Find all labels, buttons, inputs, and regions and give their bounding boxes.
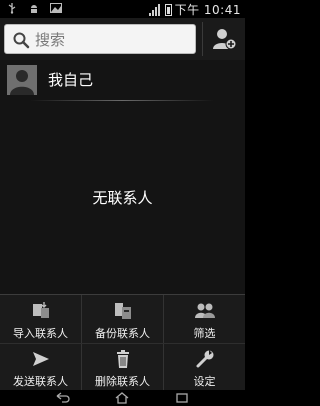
menu-send-contacts[interactable]: 发送联系人	[0, 343, 81, 391]
navigation-bar	[0, 390, 245, 406]
menu-import-contacts[interactable]: 导入联系人	[0, 295, 81, 343]
menu-label: 设定	[193, 375, 216, 388]
home-icon[interactable]	[114, 392, 130, 404]
trash-icon	[116, 350, 129, 368]
avatar	[7, 65, 37, 95]
search-input[interactable]	[35, 29, 185, 51]
my-profile-row[interactable]: 我自己	[0, 60, 245, 98]
search-box[interactable]	[4, 24, 196, 54]
add-contact-button[interactable]	[207, 22, 243, 56]
usb-icon	[8, 3, 16, 14]
status-bar: 下午 10:41	[0, 0, 245, 18]
options-menu: 导入联系人 备份联系人 筛选 发送联系人 删除联系人 设定	[0, 294, 245, 391]
search-icon	[13, 32, 30, 49]
back-icon[interactable]	[55, 392, 71, 404]
battery-icon	[164, 3, 172, 16]
menu-backup-contacts[interactable]: 备份联系人	[82, 295, 163, 343]
android-debug-icon	[31, 5, 37, 13]
person-silhouette-icon	[10, 70, 34, 95]
import-contacts-icon	[32, 302, 49, 318]
empty-contacts-message: 无联系人	[92, 189, 153, 207]
wrench-icon	[196, 350, 213, 368]
status-notification-icons	[6, 2, 62, 14]
contacts-list: 我自己 无联系人	[0, 60, 245, 294]
my-profile-label: 我自己	[48, 71, 94, 89]
profile-divider	[30, 100, 214, 101]
menu-label: 筛选	[193, 327, 216, 340]
menu-filter[interactable]: 筛选	[164, 295, 245, 343]
header-divider	[202, 22, 203, 56]
status-time: 下午 10:41	[174, 3, 241, 17]
menu-label: 删除联系人	[95, 375, 150, 388]
menu-delete-contacts[interactable]: 删除联系人	[82, 343, 163, 391]
menu-settings[interactable]: 设定	[164, 343, 245, 391]
signal-icon	[148, 3, 162, 16]
add-contact-icon	[213, 29, 237, 50]
filter-groups-icon	[194, 303, 215, 318]
recent-apps-icon[interactable]	[174, 392, 190, 404]
menu-label: 发送联系人	[13, 375, 68, 388]
search-header	[0, 18, 245, 60]
menu-label: 备份联系人	[95, 327, 150, 340]
send-icon	[32, 352, 49, 366]
backup-contacts-icon	[114, 303, 131, 319]
notification-image-icon	[50, 3, 62, 13]
menu-label: 导入联系人	[13, 327, 68, 340]
